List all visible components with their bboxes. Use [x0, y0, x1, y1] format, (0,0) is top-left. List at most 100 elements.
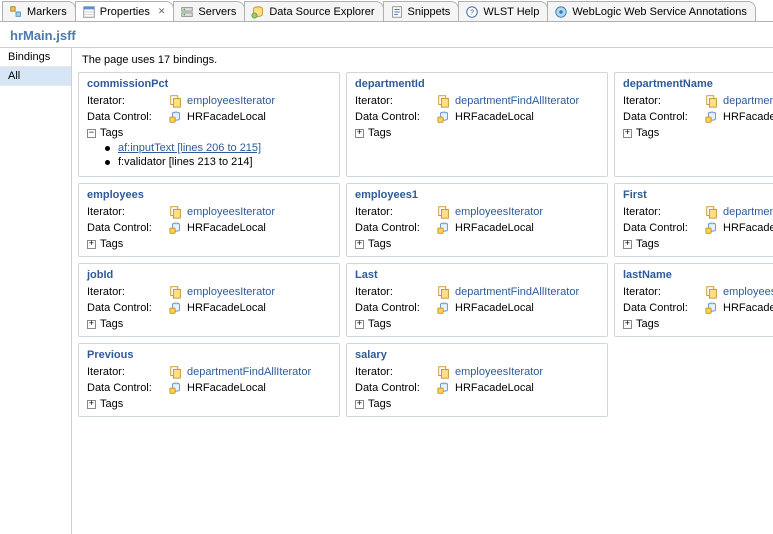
iterator-value-wrap: employeesIterator — [437, 365, 543, 379]
iterator-icon — [437, 205, 451, 219]
expand-icon[interactable]: + — [355, 400, 364, 409]
datacontrol-value: HRFacadeLo — [723, 111, 773, 123]
iterator-icon — [437, 94, 451, 108]
iterator-label: Iterator: — [355, 95, 437, 107]
tags-label: Tags — [636, 127, 659, 139]
tab-markers[interactable]: Markers — [2, 1, 76, 21]
expand-icon[interactable]: + — [355, 129, 364, 138]
iterator-link[interactable]: employeesIterator — [455, 206, 543, 218]
binding-card: LastIterator:departmentFindAllIteratorDa… — [346, 263, 608, 337]
iterator-link[interactable]: employees — [723, 286, 773, 298]
page-title: hrMain.jsff — [0, 22, 773, 48]
tab-properties[interactable]: Properties — [75, 1, 175, 21]
weblogic-icon — [554, 5, 568, 19]
tags-label: Tags — [100, 318, 123, 330]
tab-label: WebLogic Web Service Annotations — [572, 6, 746, 18]
datacontrol-row: Data Control:HRFacadeLocal — [355, 301, 599, 315]
iterator-link[interactable]: employeesIterator — [187, 206, 275, 218]
iterator-value-wrap: employeesIterator — [169, 205, 275, 219]
iterator-label: Iterator: — [87, 206, 169, 218]
iterator-link[interactable]: departmentFindAllIterator — [187, 366, 311, 378]
tags-row: + Tags — [355, 238, 599, 250]
binding-card: departmentIdIterator:departmentFindAllIt… — [346, 72, 608, 177]
sidebar-item-all[interactable]: All — [0, 67, 71, 86]
sidebar-item-bindings[interactable]: Bindings — [0, 48, 71, 67]
tab-data-source-explorer[interactable]: Data Source Explorer — [244, 1, 383, 21]
datacontrol-icon — [169, 221, 183, 235]
tab-wlst-help[interactable]: ?WLST Help — [458, 1, 548, 21]
iterator-link[interactable]: departmen — [723, 95, 773, 107]
iterator-value-wrap: departmentFindAllIterator — [437, 94, 579, 108]
iterator-row: Iterator:departmentFindAllIterator — [355, 285, 599, 299]
binding-card: jobIdIterator:employeesIteratorData Cont… — [78, 263, 340, 337]
datacontrol-value-wrap: HRFacadeLocal — [169, 221, 266, 235]
iterator-row: Iterator:departmen — [623, 94, 773, 108]
datacontrol-value: HRFacadeLocal — [455, 302, 534, 314]
expand-icon[interactable]: + — [87, 400, 96, 409]
card-title: commissionPct — [87, 78, 331, 90]
tab-servers[interactable]: Servers — [173, 1, 245, 21]
datacontrol-icon — [705, 221, 719, 235]
tab-label: Servers — [198, 6, 236, 18]
bindings-grid: commissionPct Iterator: employeesIterator D… — [72, 72, 773, 423]
expand-icon[interactable]: + — [355, 320, 364, 329]
tags-label: Tags — [100, 398, 123, 410]
expand-icon[interactable]: + — [87, 320, 96, 329]
tab-weblogic-web-service-annotations[interactable]: WebLogic Web Service Annotations — [547, 1, 755, 21]
card-title: First — [623, 189, 773, 201]
iterator-label: Iterator: — [87, 366, 169, 378]
tab-snippets[interactable]: Snippets — [383, 1, 460, 21]
iterator-icon — [169, 205, 183, 219]
expand-icon[interactable]: + — [355, 240, 364, 249]
tag-link[interactable]: af:inputText [lines 206 to 215] — [118, 142, 261, 154]
datacontrol-label: Data Control: — [87, 222, 169, 234]
tags-row: +Tags — [355, 127, 599, 139]
datacontrol-row: Data Control:HRFacadeLocal — [355, 221, 599, 235]
iterator-row: Iterator: employeesIterator — [87, 205, 331, 219]
expand-icon[interactable]: + — [623, 129, 632, 138]
tags-row: +Tags — [355, 318, 599, 330]
datacontrol-row: Data Control:HRFacadeLocal — [87, 301, 331, 315]
datacontrol-value-wrap: HRFacadeLo — [705, 301, 773, 315]
datacontrol-value: HRFacadeLocal — [187, 382, 266, 394]
datacontrol-value: HRFacadeLo — [723, 222, 773, 234]
tags-row: −Tags — [87, 127, 331, 139]
iterator-link[interactable]: departmentFindAllIterator — [455, 286, 579, 298]
tags-label: Tags — [368, 398, 391, 410]
iterator-value-wrap: departmentFindAllIterator — [437, 285, 579, 299]
card-title: departmentName — [623, 78, 773, 90]
datacontrol-value-wrap: HRFacadeLocal — [169, 381, 266, 395]
bullet-icon — [105, 146, 110, 151]
expand-icon[interactable]: + — [623, 320, 632, 329]
iterator-link[interactable]: employeesIterator — [187, 286, 275, 298]
datacontrol-label: Data Control: — [87, 382, 169, 394]
binding-card: employeesIterator:employeesIteratorData … — [78, 183, 340, 257]
tags-label: Tags — [368, 238, 391, 250]
datacontrol-label: Data Control: — [623, 111, 705, 123]
iterator-icon — [169, 285, 183, 299]
iterator-value-wrap: employees — [705, 285, 773, 299]
tags-row: + Tags — [355, 398, 599, 410]
iterator-link[interactable]: employeesIterator — [187, 95, 275, 107]
collapse-icon[interactable]: − — [87, 129, 96, 138]
datacontrol-value-wrap: HRFacadeLocal — [437, 301, 534, 315]
wlst-icon: ? — [465, 5, 479, 19]
binding-card: PreviousIterator:departmentFindAllIterat… — [78, 343, 340, 417]
datacontrol-row: Data Control:HRFacadeLocal — [355, 110, 599, 124]
tags-label: Tags — [100, 238, 123, 250]
bullet-icon — [105, 160, 110, 165]
expand-icon[interactable]: + — [623, 240, 632, 249]
tab-label: Data Source Explorer — [269, 6, 374, 18]
properties-icon — [82, 5, 96, 19]
datacontrol-label: Data Control: — [623, 302, 705, 314]
iterator-link[interactable]: departmentFindAllIterator — [455, 95, 579, 107]
iterator-link[interactable]: departmen — [723, 206, 773, 218]
binding-card: salaryIterator:employeesIteratorData Con… — [346, 343, 608, 417]
datacontrol-icon — [169, 301, 183, 315]
content-area: BindingsAll The page uses 17 bindings. c… — [0, 48, 773, 534]
iterator-label: Iterator: — [355, 206, 437, 218]
iterator-link[interactable]: employeesIterator — [455, 366, 543, 378]
expand-icon[interactable]: + — [87, 240, 96, 249]
datacontrol-row: Data Control:HRFacadeLocal — [87, 221, 331, 235]
datacontrol-value: HRFacadeLocal — [455, 111, 534, 123]
